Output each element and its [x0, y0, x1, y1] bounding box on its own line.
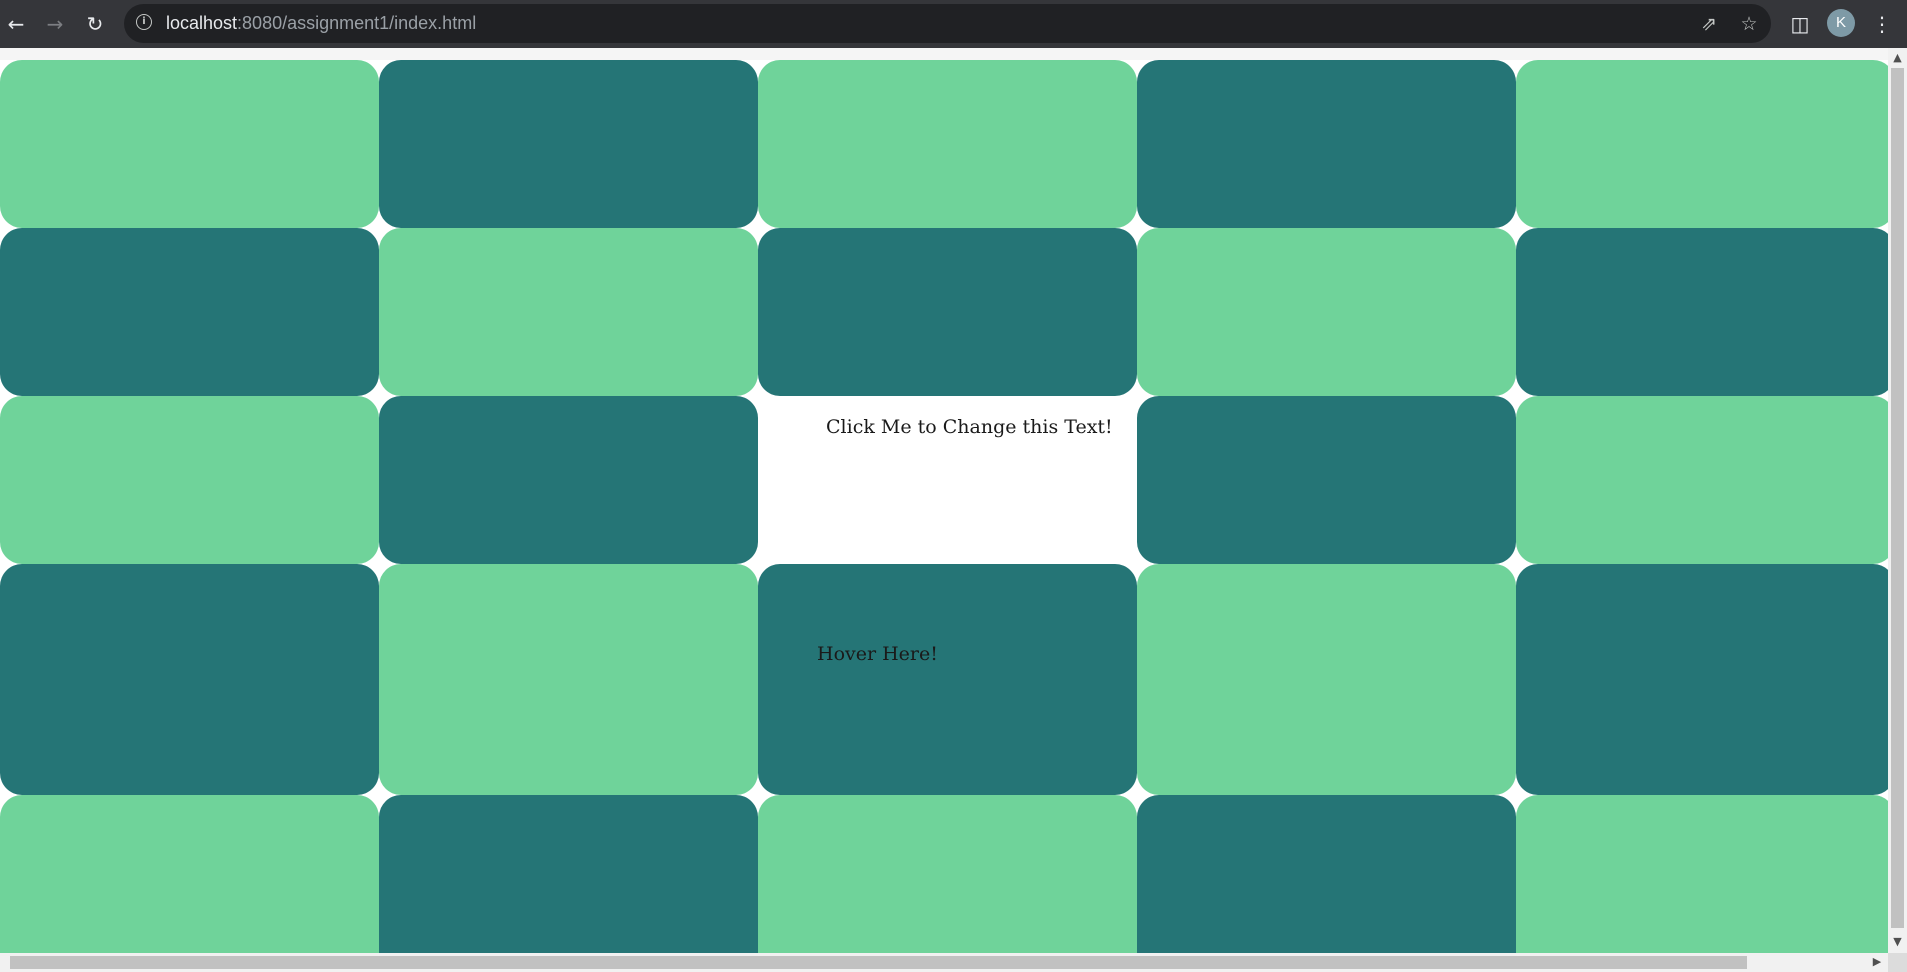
grid-cell [379, 564, 758, 795]
scrollbar-corner [1888, 953, 1907, 972]
address-bar[interactable]: i localhost:8080/assignment1/index.html … [124, 4, 1771, 43]
scroll-down-icon[interactable]: ▼ [1891, 935, 1904, 949]
grid-cell [1516, 60, 1888, 228]
click-change-text[interactable]: Click Me to Change this Text! [826, 416, 1113, 438]
grid-cell [1137, 396, 1516, 564]
star-icon[interactable]: ☆ [1738, 13, 1760, 35]
url-path: :8080/assignment1/index.html [237, 13, 477, 33]
hover-cell[interactable]: Hover Here! [758, 564, 1137, 795]
vertical-scrollbar[interactable]: ▲ ▼ [1888, 48, 1907, 953]
scroll-right-icon[interactable]: ▶ [1870, 955, 1884, 969]
hover-text[interactable]: Hover Here! [817, 643, 938, 665]
grid-cell [379, 795, 758, 953]
grid-cell [758, 60, 1137, 228]
grid-cell [1137, 60, 1516, 228]
avatar[interactable]: K [1827, 9, 1855, 37]
arrow-right-icon[interactable]: → [41, 10, 69, 38]
vertical-scroll-thumb[interactable] [1891, 68, 1904, 928]
grid-cell [379, 396, 758, 564]
browser-toolbar: ← → ↻ i localhost:8080/assignment1/index… [0, 0, 1907, 48]
scroll-up-icon[interactable]: ▲ [1891, 51, 1904, 65]
grid-cell [0, 564, 379, 795]
grid-cell [379, 228, 758, 396]
reload-icon[interactable]: ↻ [81, 10, 109, 38]
grid-cell [1516, 564, 1888, 795]
grid-cell [1516, 795, 1888, 953]
grid-cell [758, 795, 1137, 953]
url-host: localhost [166, 13, 238, 33]
grid-cell [0, 396, 379, 564]
grid-cell [1137, 795, 1516, 953]
page-viewport: Click Me to Change this Text! Hover Here… [0, 60, 1888, 953]
url-text[interactable]: localhost:8080/assignment1/index.html [166, 13, 476, 34]
grid-cell [0, 60, 379, 228]
grid-cell [379, 60, 758, 228]
share-icon[interactable]: ⇗ [1698, 13, 1720, 35]
grid-cell [1137, 564, 1516, 795]
click-change-text-cell[interactable]: Click Me to Change this Text! [758, 396, 1137, 564]
grid-cell [0, 228, 379, 396]
grid-cell [1516, 396, 1888, 564]
grid-cell [0, 795, 379, 953]
grid-cell [1516, 228, 1888, 396]
grid-cell [758, 228, 1137, 396]
side-panel-icon[interactable]: ◫ [1786, 10, 1814, 38]
horizontal-scroll-thumb[interactable] [10, 956, 1747, 969]
kebab-menu-icon[interactable]: ⋮ [1868, 10, 1896, 38]
horizontal-scrollbar[interactable]: ▶ [0, 953, 1888, 972]
info-icon[interactable]: i [136, 14, 152, 30]
grid-cell [1137, 228, 1516, 396]
arrow-left-icon[interactable]: ← [2, 10, 30, 38]
toolbar-separator [0, 48, 1907, 60]
